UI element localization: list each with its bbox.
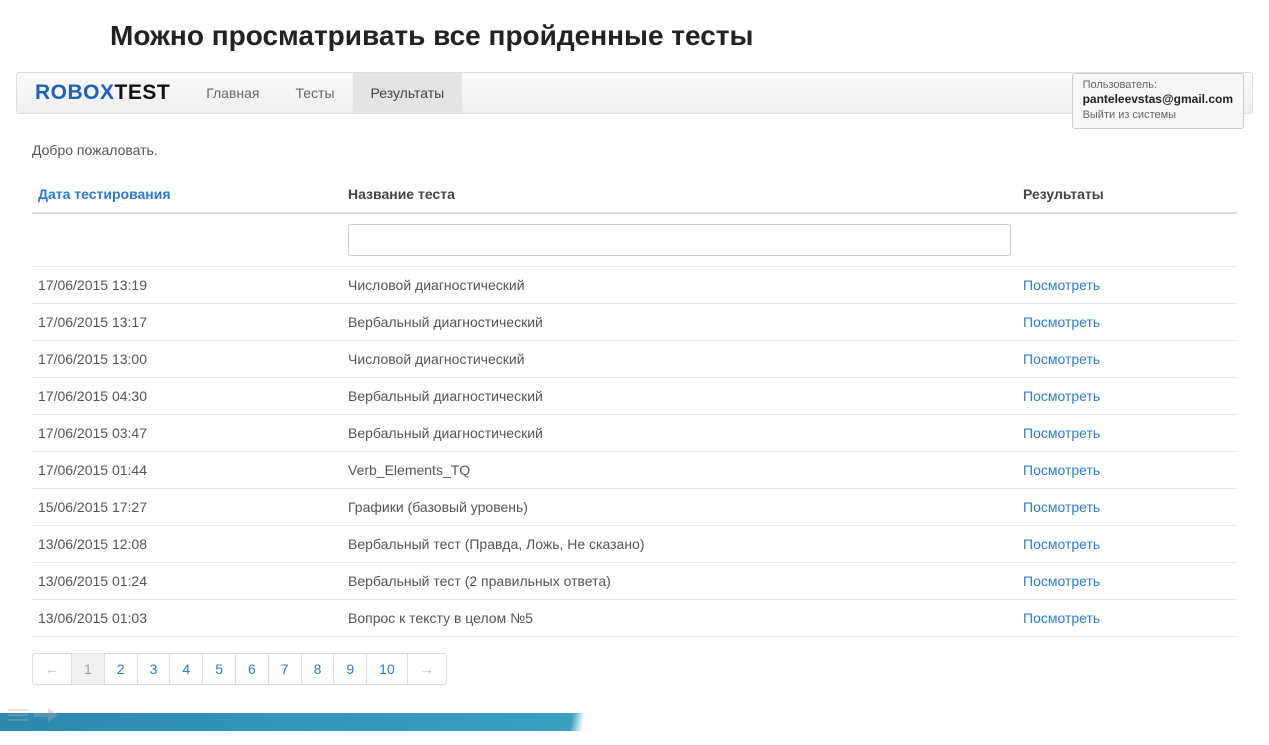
pagination: ←12345678910→ [32,653,1237,685]
table-row: 17/06/2015 13:19Числовой диагностический… [32,267,1237,304]
user-label: Пользователь: [1083,78,1233,92]
nav-item-1[interactable]: Тесты [277,73,352,113]
cell-date: 13/06/2015 12:08 [32,526,342,563]
table-row: 17/06/2015 01:44Verb_Elements_TQ Посмотре… [32,452,1237,489]
cell-name: Числовой диагностический [342,341,1017,378]
nav-items: ГлавнаяТестыРезультаты [188,73,462,113]
cell-date: 17/06/2015 01:44 [32,452,342,489]
cell-name: Вербальный тест (2 правильных ответа) [342,563,1017,600]
table-row: 13/06/2015 01:03Вопрос к тексту в целом … [32,600,1237,637]
page-3[interactable]: 3 [137,653,171,685]
cell-name: Вопрос к тексту в целом №5 [342,600,1017,637]
view-link[interactable]: Посмотреть [1023,351,1100,367]
header-name: Название теста [342,176,1017,213]
navbar: ROBOXTEST ГлавнаяТестыРезультаты Пользов… [16,72,1253,114]
logo-part2: TEST [115,81,171,104]
welcome-text: Добро пожаловать. [32,128,1237,176]
content-area: Добро пожаловать. Дата тестирования Назв… [0,114,1269,699]
cell-date: 13/06/2015 01:03 [32,600,342,637]
page-8[interactable]: 8 [301,653,335,685]
page-4[interactable]: 4 [169,653,203,685]
cell-date: 17/06/2015 13:00 [32,341,342,378]
cell-date: 17/06/2015 13:17 [32,304,342,341]
arrow-right-icon [34,707,58,723]
cell-name: Графики (базовый уровень) [342,489,1017,526]
page-6[interactable]: 6 [235,653,269,685]
cell-date: 15/06/2015 17:27 [32,489,342,526]
cell-name: Вербальный диагностический [342,378,1017,415]
table-row: 17/06/2015 04:30Вербальный диагностическ… [32,378,1237,415]
page-7[interactable]: 7 [268,653,302,685]
table-row: 17/06/2015 13:00Числовой диагностический… [32,341,1237,378]
logout-link[interactable]: Выйти из системы [1083,108,1233,122]
table-row: 13/06/2015 12:08Вербальный тест (Правда,… [32,526,1237,563]
cell-date: 13/06/2015 01:24 [32,563,342,600]
cell-date: 17/06/2015 04:30 [32,378,342,415]
list-icon [8,707,28,723]
page-1[interactable]: 1 [71,653,105,685]
view-link[interactable]: Посмотреть [1023,388,1100,404]
bottom-decoration [0,713,1269,745]
cell-date: 17/06/2015 03:47 [32,415,342,452]
cell-name: Вербальный тест (Правда, Ложь, Не сказан… [342,526,1017,563]
cell-date: 17/06/2015 13:19 [32,267,342,304]
view-link[interactable]: Посмотреть [1023,610,1100,626]
logo-part1: ROBOX [35,81,115,104]
view-link[interactable]: Посмотреть [1023,536,1100,552]
header-date[interactable]: Дата тестирования [32,176,342,213]
page-9[interactable]: 9 [333,653,367,685]
header-results: Результаты [1017,176,1237,213]
logo[interactable]: ROBOXTEST [17,81,188,105]
user-panel: Пользователь: panteleevstas@gmail.com Вы… [1072,73,1244,129]
view-link[interactable]: Посмотреть [1023,277,1100,293]
user-email: panteleevstas@gmail.com [1083,92,1233,108]
view-link[interactable]: Посмотреть [1023,425,1100,441]
name-filter-input[interactable] [348,224,1011,256]
view-link[interactable]: Посмотреть [1023,462,1100,478]
page-5[interactable]: 5 [202,653,236,685]
table-row: 17/06/2015 13:17Вербальный диагностическ… [32,304,1237,341]
view-link[interactable]: Посмотреть [1023,573,1100,589]
cell-name: Числовой диагностический [342,267,1017,304]
cell-name: Verb_Elements_TQ [342,452,1017,489]
cell-name: Вербальный диагностический [342,304,1017,341]
filter-row [32,213,1237,267]
page-2[interactable]: 2 [104,653,138,685]
page-next[interactable]: → [407,653,447,685]
nav-item-0[interactable]: Главная [188,73,277,113]
table-row: 15/06/2015 17:27Графики (базовый уровень… [32,489,1237,526]
cell-name: Вербальный диагностический [342,415,1017,452]
results-table: Дата тестирования Название теста Результ… [32,176,1237,637]
page-10[interactable]: 10 [366,653,408,685]
view-link[interactable]: Посмотреть [1023,314,1100,330]
nav-item-2[interactable]: Результаты [353,73,463,113]
view-link[interactable]: Посмотреть [1023,499,1100,515]
page-heading: Можно просматривать все пройденные тесты [0,0,1269,72]
table-row: 17/06/2015 03:47Вербальный диагностическ… [32,415,1237,452]
table-row: 13/06/2015 01:24Вербальный тест (2 прави… [32,563,1237,600]
page-prev[interactable]: ← [32,653,72,685]
